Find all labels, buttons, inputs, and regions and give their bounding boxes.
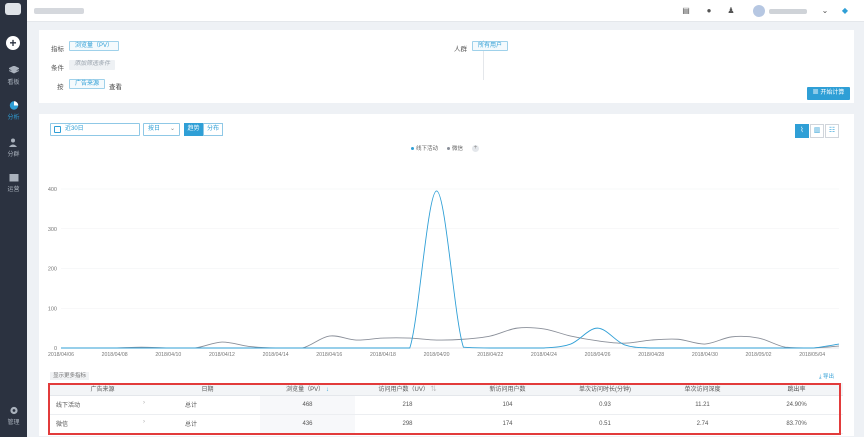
- sidebar-item-label: 分群: [7, 152, 20, 158]
- metric-label: 指标: [51, 46, 64, 53]
- layers-icon: [8, 66, 19, 74]
- x-tick-label: 2018/04/30: [692, 352, 718, 358]
- start-calculation-button[interactable]: ▦ 开始计算: [807, 87, 850, 100]
- sidebar-item-dashboard[interactable]: 看板: [0, 66, 27, 86]
- user-settings-icon[interactable]: ♟: [726, 6, 736, 16]
- export-label: 导出: [822, 374, 834, 380]
- bell-icon[interactable]: ●: [704, 6, 714, 16]
- add-icon[interactable]: +: [6, 36, 20, 50]
- series-line: [61, 327, 840, 349]
- y-tick-label: 100: [48, 306, 57, 312]
- condition-input[interactable]: 添加筛选条件: [69, 60, 116, 70]
- gear-icon: [9, 406, 18, 415]
- sidebar-item-operation[interactable]: 运营: [0, 173, 27, 193]
- sidebar-item-manage[interactable]: 管理: [0, 406, 27, 426]
- crowd-select[interactable]: 所有用户: [472, 41, 509, 51]
- line-chart: 01002003004002018/04/06 2018/04/08 2018/04…: [48, 187, 840, 358]
- x-tick-label: 2018/04/12: [209, 352, 235, 358]
- users-icon: [8, 138, 17, 147]
- x-tick-label: 2018/04/08: [102, 352, 128, 358]
- user-name[interactable]: [769, 9, 807, 14]
- x-tick-label: 2018/04/28: [638, 352, 664, 358]
- top-bar: ▤ ● ♟ ⌄ ◆: [27, 0, 864, 22]
- x-tick-label: 2018/04/10: [155, 352, 181, 358]
- x-tick-label: 2018/05/02: [746, 352, 772, 358]
- export-button[interactable]: ⤓ 导出: [819, 372, 834, 381]
- sidebar-item-label: 分析: [7, 115, 20, 121]
- by-label: 按: [57, 84, 64, 91]
- app-logo[interactable]: [5, 3, 21, 15]
- sidebar-item-label: 运营: [7, 187, 20, 193]
- x-tick-label: 2018/04/20: [424, 352, 450, 358]
- avatar[interactable]: [753, 5, 765, 17]
- sidebar-item-analysis[interactable]: 分析: [0, 101, 27, 121]
- sidebar-item-label: 看板: [7, 80, 20, 86]
- highlight-box: [48, 383, 841, 435]
- sidebar-item-label: 管理: [7, 420, 20, 426]
- project-name[interactable]: [34, 8, 84, 14]
- x-tick-label: 2018/04/26: [585, 352, 611, 358]
- x-tick-label: 2018/04/18: [370, 352, 396, 358]
- show-more-metrics-link[interactable]: 显示更多指标: [50, 372, 90, 380]
- chat-icon[interactable]: ◆: [840, 6, 850, 16]
- sidebar: + 看板 分析 分群 运营 管理: [0, 0, 27, 437]
- y-tick-label: 200: [48, 267, 57, 273]
- condition-label: 条件: [51, 65, 64, 72]
- sidebar-item-segment[interactable]: 分群: [0, 138, 27, 158]
- x-tick-label: 2018/04/14: [263, 352, 289, 358]
- filter-panel: 指标 浏览量（PV） 条件 添加筛选条件 按 广告来源 查看 人群 所有用户 ▦…: [39, 30, 854, 103]
- crowd-label: 人群: [454, 46, 467, 53]
- x-tick-label: 2018/05/04: [799, 352, 825, 358]
- x-tick-label: 2018/04/22: [477, 352, 503, 358]
- metric-select[interactable]: 浏览量（PV）: [69, 41, 120, 51]
- dimension-select[interactable]: 广告来源: [69, 79, 106, 89]
- start-button-label: 开始计算: [820, 90, 845, 96]
- y-tick-label: 400: [48, 187, 57, 193]
- y-tick-label: 300: [48, 227, 57, 233]
- view-label: 查看: [109, 84, 122, 91]
- series-line: [61, 190, 840, 349]
- document-icon[interactable]: ▤: [681, 6, 691, 16]
- x-tick-label: 2018/04/16: [316, 352, 342, 358]
- chevron-down-icon[interactable]: ⌄: [820, 6, 830, 16]
- pie-icon: [9, 101, 18, 110]
- x-tick-label: 2018/04/24: [531, 352, 557, 358]
- calendar-icon: [9, 174, 18, 182]
- x-tick-label: 2018/04/06: [48, 352, 74, 358]
